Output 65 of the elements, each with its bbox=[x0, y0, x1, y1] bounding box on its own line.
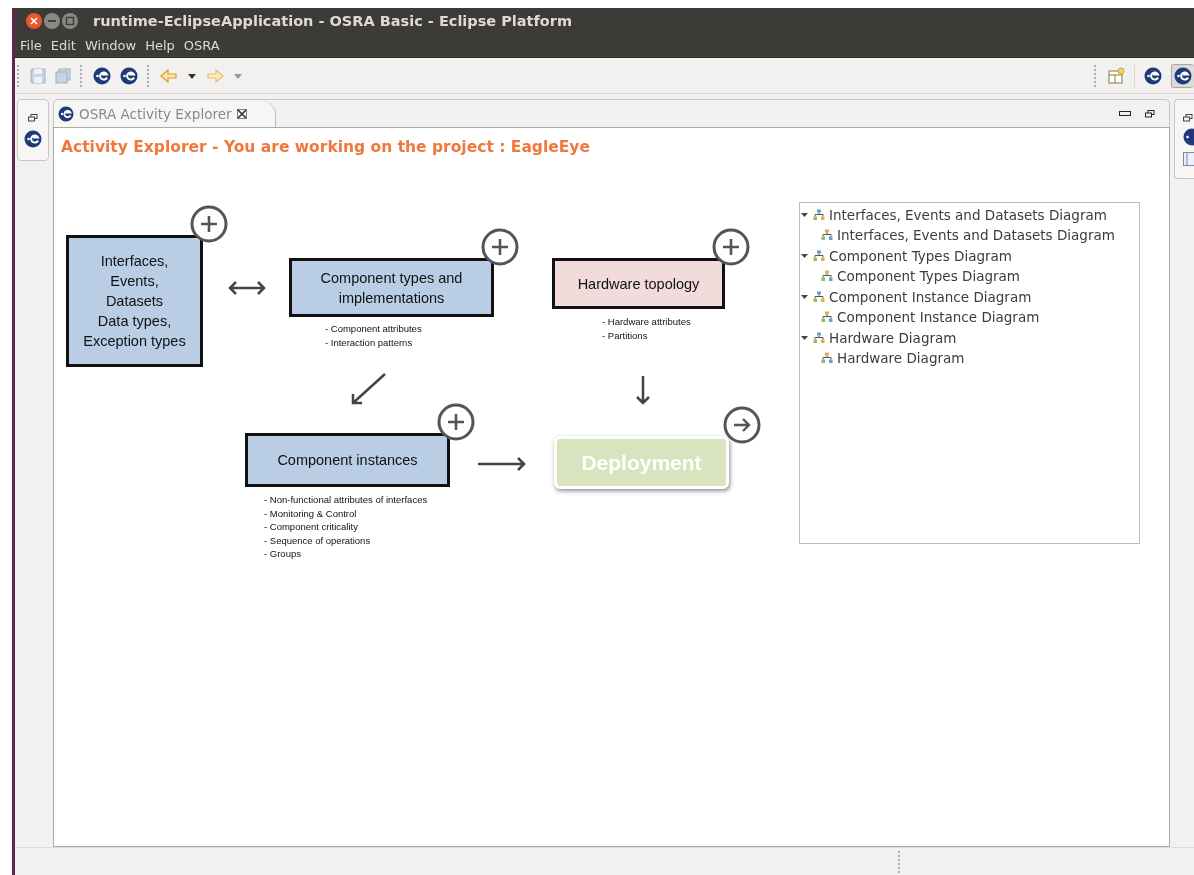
tree-item[interactable]: Hardware Diagram bbox=[829, 329, 957, 346]
tree-item[interactable]: Component Types Diagram bbox=[837, 268, 1020, 285]
open-perspective-icon[interactable] bbox=[1107, 66, 1125, 85]
globe-icon bbox=[1174, 66, 1192, 85]
arrow bbox=[635, 375, 651, 406]
page-heading: Activity Explorer - You are working on the project : EagleEye bbox=[60, 137, 591, 159]
globe-icon[interactable] bbox=[120, 66, 138, 85]
menu-item[interactable]: Help bbox=[145, 38, 175, 54]
tree-item[interactable]: Interfaces, Events and Datasets Diagram bbox=[829, 206, 1107, 223]
note-text: - Component attributes bbox=[325, 322, 422, 336]
globe-icon[interactable] bbox=[24, 130, 42, 149]
diagram-icon bbox=[813, 249, 825, 262]
tree-item[interactable]: Interfaces, Events and Datasets Diagram bbox=[837, 227, 1115, 244]
globe-icon[interactable] bbox=[1144, 66, 1162, 85]
menu-item[interactable]: OSRA bbox=[183, 38, 220, 54]
maximize-icon[interactable] bbox=[1145, 109, 1155, 118]
note-text: - Partitions bbox=[602, 328, 649, 343]
restore-icon[interactable] bbox=[1183, 114, 1193, 123]
note-text: - Interaction patterns bbox=[325, 335, 414, 350]
perspective-button[interactable] bbox=[1171, 63, 1194, 88]
tree-item[interactable]: Component Instance Diagram bbox=[829, 288, 1032, 305]
plus-button[interactable] bbox=[712, 228, 750, 267]
diagram-node[interactable]: Component instances bbox=[245, 433, 450, 488]
diagram-icon bbox=[821, 270, 833, 283]
arrow bbox=[476, 457, 526, 472]
window-title: runtime-EclipseApplication - OSRA Basic - Eclipse Platform bbox=[93, 13, 573, 30]
diagram-node[interactable]: Interfaces, Events, Datasets Data types, Exception types bbox=[66, 235, 203, 368]
plus-button[interactable] bbox=[481, 228, 519, 267]
restore-icon[interactable] bbox=[28, 114, 38, 123]
expanded-icon[interactable] bbox=[801, 292, 809, 301]
table-icon[interactable] bbox=[1183, 152, 1194, 167]
note-text: - Groups bbox=[264, 547, 302, 561]
menu-item[interactable]: Edit bbox=[50, 38, 76, 54]
minimize-icon[interactable] bbox=[1119, 110, 1131, 117]
window-controls-icon[interactable] bbox=[25, 12, 79, 31]
menu-item[interactable]: File bbox=[20, 38, 42, 54]
expanded-icon[interactable] bbox=[801, 333, 809, 342]
tree-item[interactable]: Component Types Diagram bbox=[829, 247, 1012, 264]
plus-button[interactable] bbox=[190, 205, 228, 244]
note-text: - Monitoring & Control bbox=[264, 506, 358, 521]
arrow bbox=[351, 373, 387, 405]
note-text: - Component criticality bbox=[264, 520, 359, 534]
diagram-icon bbox=[813, 290, 825, 303]
diagram-icon bbox=[813, 208, 825, 221]
diagram-icon bbox=[821, 311, 833, 324]
tree-item[interactable]: Hardware Diagram bbox=[837, 350, 965, 367]
expanded-icon[interactable] bbox=[801, 210, 809, 219]
double-arrow bbox=[228, 281, 266, 296]
globe-icon[interactable] bbox=[93, 66, 111, 85]
close-icon[interactable] bbox=[236, 109, 247, 120]
diagram-icon bbox=[821, 352, 833, 365]
arrow-button[interactable] bbox=[723, 406, 761, 445]
globe-icon bbox=[58, 106, 74, 123]
tree-item[interactable]: Component Instance Diagram bbox=[837, 309, 1040, 326]
note-text: - Non-functional attributes of interfaces bbox=[264, 493, 428, 507]
diagram-node[interactable]: Hardware topology bbox=[552, 258, 725, 310]
expanded-icon[interactable] bbox=[801, 251, 809, 260]
diagram-icon bbox=[813, 331, 825, 344]
diagram-node[interactable]: Component types and implementations bbox=[289, 258, 494, 318]
note-text: - Sequence of operations bbox=[264, 533, 372, 548]
note-text: - Hardware attributes bbox=[602, 315, 691, 329]
menu-item[interactable]: Window bbox=[84, 38, 137, 54]
diagram-icon bbox=[821, 229, 833, 242]
globe-icon[interactable] bbox=[1183, 128, 1194, 147]
plus-button[interactable] bbox=[437, 403, 475, 442]
